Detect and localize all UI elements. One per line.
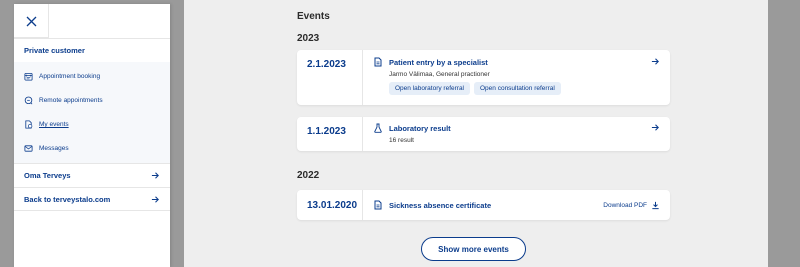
download-pdf-link[interactable]: Download PDF: [603, 201, 660, 210]
sidebar-section-title[interactable]: Private customer: [24, 46, 85, 55]
card-divider: [362, 50, 363, 105]
event-card[interactable]: 2.1.2023 Patient entry by a specialist J…: [297, 50, 670, 105]
page-title: Events: [297, 11, 330, 22]
arrow-right-icon[interactable]: [651, 57, 660, 66]
consultation-referral-chip[interactable]: Open consultation referral: [474, 82, 561, 95]
event-date: 13.01.2020: [307, 200, 358, 211]
event-card[interactable]: 13.01.2020 Sickness absence certificate …: [297, 190, 670, 220]
sidebar-item-label: Messages: [39, 145, 69, 152]
sidebar-menu: Private customer Appointment booking Rem…: [14, 4, 170, 267]
close-button[interactable]: [14, 4, 49, 38]
arrow-right-icon: [151, 172, 159, 179]
events-icon: [25, 120, 33, 129]
sidebar-submenu: Appointment booking Remote appointments …: [14, 62, 170, 163]
event-date: 1.1.2023: [307, 126, 346, 137]
mail-icon: [24, 145, 33, 152]
sidebar-item-remote-appointments[interactable]: Remote appointments: [24, 96, 103, 105]
year-heading: 2023: [297, 33, 320, 44]
year-heading: 2022: [297, 170, 320, 181]
sidebar-item-label: Appointment booking: [39, 73, 101, 80]
event-subtitle: 16 result: [389, 137, 414, 144]
card-divider: [362, 190, 363, 220]
show-more-events-button[interactable]: Show more events: [421, 237, 526, 261]
sidebar-link-label: Oma Terveys: [24, 171, 71, 180]
sidebar-item-label: My events: [39, 121, 69, 128]
laboratory-referral-chip[interactable]: Open laboratory referral: [389, 82, 471, 95]
event-date: 2.1.2023: [307, 59, 346, 70]
event-card[interactable]: 1.1.2023 Laboratory result 16 result: [297, 117, 670, 151]
arrow-right-icon[interactable]: [651, 123, 660, 132]
download-icon: [652, 201, 659, 210]
divider: [14, 38, 170, 39]
right-gutter: [768, 0, 800, 267]
sidebar-item-appointment-booking[interactable]: Appointment booking: [24, 72, 100, 81]
sidebar-link-label: Back to terveystalo.com: [24, 194, 111, 204]
sidebar-item-label: Remote appointments: [39, 97, 103, 104]
sidebar-item-my-events[interactable]: My events: [24, 120, 69, 129]
event-title[interactable]: Sickness absence certificate: [389, 201, 491, 210]
document-icon: [374, 57, 382, 67]
arrow-right-icon: [151, 195, 159, 203]
flask-icon: [374, 123, 382, 133]
chat-icon: [24, 96, 33, 105]
document-icon: [374, 200, 382, 210]
event-title[interactable]: Laboratory result: [389, 124, 451, 133]
event-subtitle: Jarmo Välimaa, General practioner: [389, 71, 490, 78]
sidebar-item-messages[interactable]: Messages: [24, 144, 69, 153]
calendar-icon: [24, 72, 33, 81]
sidebar-link-back-to-site[interactable]: Back to terveystalo.com: [14, 187, 170, 211]
download-label: Download PDF: [603, 202, 647, 209]
event-title[interactable]: Patient entry by a specialist: [389, 58, 488, 67]
card-divider: [362, 117, 363, 151]
close-icon: [26, 16, 37, 27]
sidebar-link-oma-terveys[interactable]: Oma Terveys: [14, 163, 170, 187]
